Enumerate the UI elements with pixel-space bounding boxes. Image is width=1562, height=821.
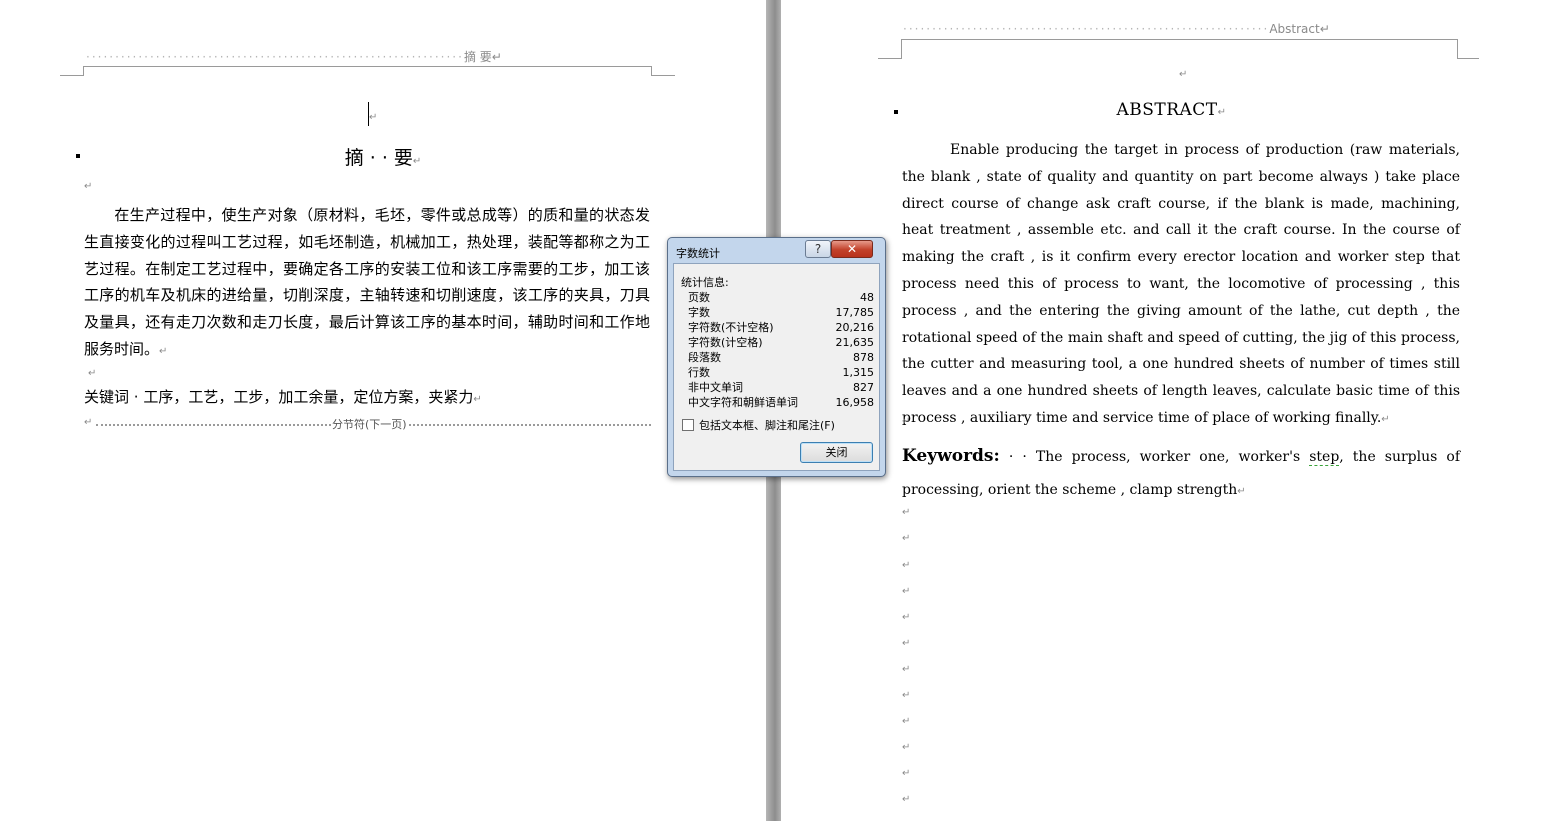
return-mark: ↵ <box>902 664 911 675</box>
margin-mark <box>651 75 675 76</box>
stat-label: 字符数(不计空格) <box>688 321 774 334</box>
right-paragraph-text: Enable producing the target in process o… <box>902 142 1460 426</box>
right-header-label: Abstract <box>1269 22 1320 36</box>
left-keywords[interactable]: 关键词 · 工序，工艺，工步，加工余量，定位方案，夹紧力↵ <box>84 386 482 407</box>
right-keywords-text: The process, worker one, worker's <box>1035 449 1301 465</box>
return-mark: ↵ <box>88 368 97 379</box>
return-mark: ↵ <box>84 417 93 428</box>
left-keywords-text: 工序，工艺，工步，加工余量，定位方案，夹紧力 <box>143 388 474 406</box>
right-header: ········································… <box>903 22 1330 36</box>
statistics-group-label: 统计信息: <box>681 276 729 289</box>
help-icon[interactable]: ? <box>805 240 831 258</box>
header-rule <box>83 66 651 67</box>
stat-row: 非中文单词 827 <box>688 380 874 395</box>
left-paragraph-text: 在生产过程中，使生产对象（原材料，毛坯，零件或总成等）的质和量的状态发生直接变化… <box>84 206 650 358</box>
stat-value: 1,315 <box>842 366 875 379</box>
return-mark: ↵ <box>902 768 911 779</box>
return-mark: ↵ <box>902 612 911 623</box>
stat-row: 页数 48 <box>688 290 874 305</box>
stat-value: 878 <box>853 351 874 364</box>
return-mark: ↵ <box>902 533 911 544</box>
stat-label: 中文字符和朝鲜语单词 <box>688 396 798 409</box>
header-dots: ········································… <box>903 22 1270 36</box>
right-abstract-paragraph[interactable]: Enable producing the target in process o… <box>902 137 1460 434</box>
margin-mark <box>901 39 902 59</box>
include-textboxes-label: 包括文本框、脚注和尾注(F) <box>699 419 835 432</box>
stat-value: 21,635 <box>835 336 875 349</box>
section-break-label: 分节符(下一页) <box>331 416 408 432</box>
left-header: ········································… <box>86 48 502 65</box>
return-mark: ↵ <box>902 690 911 701</box>
margin-mark <box>60 75 84 76</box>
return-mark: ↵ <box>902 507 911 518</box>
stat-row: 行数 1,315 <box>688 365 874 380</box>
return-mark: ↵ <box>84 181 93 192</box>
close-icon[interactable]: ✕ <box>831 240 873 258</box>
return-mark: ↵ <box>1217 107 1227 118</box>
return-mark: ↵ <box>1319 22 1330 36</box>
stat-row: 字符数(计空格) 21,635 <box>688 335 874 350</box>
left-abstract-paragraph[interactable]: 在生产过程中，使生产对象（原材料，毛坯，零件或总成等）的质和量的状态发生直接变化… <box>84 202 650 366</box>
margin-mark <box>83 66 84 76</box>
return-mark: ↵ <box>1179 69 1188 80</box>
stat-label: 段落数 <box>688 351 721 364</box>
dialog-body: 统计信息: 页数 48 字数 17,785 字符数(不计空格) 20,216 字符数(… <box>673 263 880 471</box>
margin-mark <box>1457 58 1479 59</box>
right-title-text: ABSTRACT <box>1116 100 1218 120</box>
return-mark: ↵ <box>1237 486 1246 497</box>
include-textboxes-checkbox[interactable] <box>682 419 694 431</box>
return-mark: ↵ <box>902 794 911 805</box>
word-count-dialog[interactable]: 字数统计 ? ✕ 统计信息: 页数 48 字数 17,785 字符数(不计空格) 20… <box>667 237 886 477</box>
dialog-title: 字数统计 <box>676 247 720 260</box>
return-mark: ↵ <box>902 586 911 597</box>
left-title: 摘 · · 要↵ <box>0 143 766 170</box>
stat-value: 48 <box>860 291 874 304</box>
stat-value: 20,216 <box>835 321 875 334</box>
section-break: ↵ 分节符(下一页) <box>84 416 651 432</box>
return-mark: ↵ <box>902 416 911 427</box>
stat-label: 字符数(计空格) <box>688 336 763 349</box>
stat-row: 段落数 878 <box>688 350 874 365</box>
stat-row: 字数 17,785 <box>688 305 874 320</box>
return-mark: ↵ <box>902 638 911 649</box>
stat-row: 中文字符和朝鲜语单词 16,958 <box>688 395 874 410</box>
margin-mark <box>878 58 902 59</box>
right-keywords[interactable]: Keywords: · · The process, worker one, w… <box>902 440 1460 508</box>
right-keywords-label: Keywords: <box>902 446 1000 466</box>
stat-label: 行数 <box>688 366 710 379</box>
return-mark: ↵ <box>369 112 378 123</box>
right-title: ABSTRACT↵ <box>781 100 1562 120</box>
margin-mark <box>1457 39 1458 59</box>
stat-label: 字数 <box>688 306 710 319</box>
grammar-flag[interactable]: step <box>1309 449 1340 466</box>
return-mark: ↵ <box>491 50 502 64</box>
stat-value: 17,785 <box>835 306 875 319</box>
return-mark: ↵ <box>902 742 911 753</box>
statistics-list: 页数 48 字数 17,785 字符数(不计空格) 20,216 字符数(计空格) 21… <box>688 290 874 410</box>
return-mark: ↵ <box>159 345 168 357</box>
return-mark: ↵ <box>1381 413 1390 425</box>
stat-value: 827 <box>853 381 874 394</box>
return-mark: ↵ <box>902 716 911 727</box>
return-mark: ↵ <box>473 394 482 405</box>
return-mark: ↵ <box>412 156 422 167</box>
left-header-label: 摘 要 <box>463 50 492 64</box>
close-button[interactable]: 关闭 <box>800 442 873 463</box>
return-mark: ↵ <box>902 560 911 571</box>
left-title-text: 摘 · · 要 <box>344 147 413 169</box>
header-dots: ········································… <box>86 50 464 64</box>
right-page: ········································… <box>781 0 1562 821</box>
stat-label: 页数 <box>688 291 710 304</box>
left-page: ········································… <box>0 0 766 821</box>
stat-row: 字符数(不计空格) 20,216 <box>688 320 874 335</box>
include-textboxes-option[interactable]: 包括文本框、脚注和尾注(F) <box>682 417 835 433</box>
stat-value: 16,958 <box>835 396 875 409</box>
stat-label: 非中文单词 <box>688 381 743 394</box>
header-rule <box>901 39 1457 40</box>
left-keywords-label: 关键词 <box>84 388 130 406</box>
